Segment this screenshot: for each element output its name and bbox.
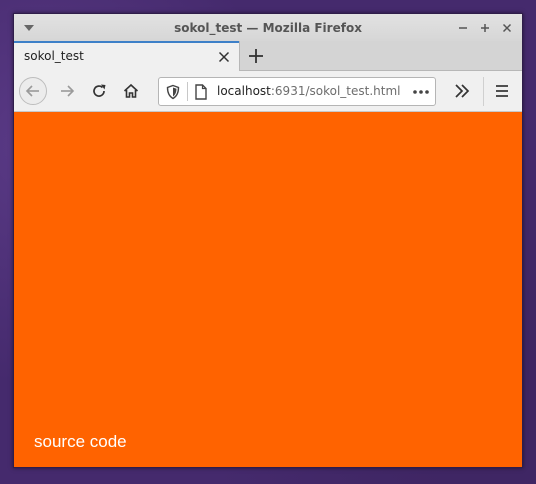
tab-sokol-test[interactable]: sokol_test [14,41,240,71]
new-tab-button[interactable] [246,46,266,66]
hamburger-icon [496,85,508,97]
overflow-menu-button[interactable] [452,81,472,101]
url-bar[interactable]: localhost:6931/sokol_test.html [158,77,436,106]
page-icon [195,84,207,100]
back-button[interactable] [19,77,47,105]
maximize-icon [481,24,489,32]
url-path: :6931/sokol_test.html [270,84,401,98]
home-icon [123,83,139,98]
plus-icon [249,49,263,63]
shield-icon [166,84,180,100]
browser-window: sokol_test — Mozilla Firefox sokol_test … [13,13,523,468]
home-button[interactable] [117,77,145,105]
tab-active-indicator [14,41,239,43]
close-icon [218,51,230,63]
toolbar-separator [483,77,484,106]
url-host: localhost [217,84,271,98]
close-window-button[interactable] [498,19,516,37]
source-code-link[interactable]: source code [34,432,127,452]
window-controls [454,19,516,37]
site-info-button[interactable] [194,84,208,100]
chevron-double-right-icon [455,84,470,98]
window-title: sokol_test — Mozilla Firefox [174,20,362,35]
reload-icon [93,84,106,97]
navigation-toolbar: localhost:6931/sokol_test.html [14,71,522,112]
minimize-icon [459,27,467,29]
tracking-protection-button[interactable] [165,84,181,100]
desktop-background: sokol_test — Mozilla Firefox sokol_test … [0,0,536,484]
window-menu-button[interactable] [22,22,36,34]
chevron-down-icon [24,25,34,31]
page-content[interactable]: source code [14,112,522,467]
more-horizontal-icon [413,90,429,94]
arrow-right-icon [61,85,75,97]
arrow-left-icon [25,85,39,97]
maximize-button[interactable] [476,19,494,37]
close-icon [502,23,512,33]
tab-close-button[interactable] [217,49,231,63]
title-bar: sokol_test — Mozilla Firefox [14,14,522,41]
url-separator [187,82,188,101]
forward-button[interactable] [53,77,81,105]
reload-button[interactable] [85,77,113,105]
open-menu-button[interactable] [492,81,512,101]
tab-label: sokol_test [24,49,84,63]
minimize-button[interactable] [454,19,472,37]
tab-bar: sokol_test [14,41,522,71]
page-actions-button[interactable] [411,84,431,100]
url-text[interactable]: localhost:6931/sokol_test.html [217,84,400,98]
